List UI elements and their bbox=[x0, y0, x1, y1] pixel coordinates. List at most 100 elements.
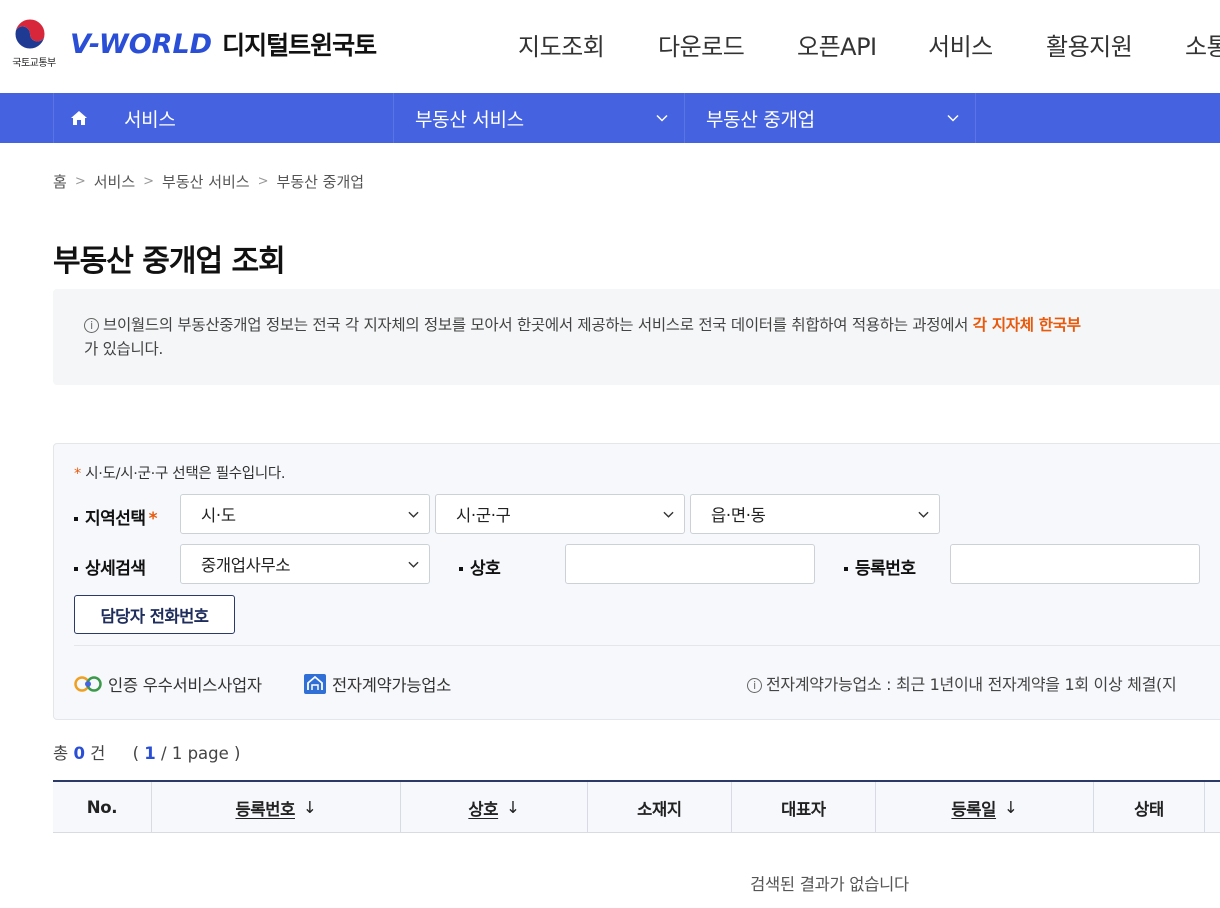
sort-arrow-icon: ↓ bbox=[303, 798, 317, 817]
breadcrumb-realestate[interactable]: 부동산 서비스 bbox=[162, 171, 250, 192]
menu-openapi[interactable]: 오픈API bbox=[797, 27, 877, 62]
company-name-label: 상호 bbox=[459, 554, 501, 579]
col-address: 소재지 bbox=[588, 782, 732, 833]
required-note: * 시·도/시·군·구 선택은 필수입니다. bbox=[74, 462, 286, 483]
chevron-down-icon bbox=[918, 511, 929, 518]
company-name-label-text: 상호 bbox=[470, 559, 501, 579]
sigungu-value: 시·군·구 bbox=[456, 506, 511, 525]
info-icon: i bbox=[84, 318, 99, 333]
bullet-icon bbox=[74, 517, 78, 521]
menu-service[interactable]: 서비스 bbox=[928, 27, 993, 62]
notice-text-end: 가 있습니다. bbox=[84, 340, 164, 358]
page-info: ( 1 / 1 page ) bbox=[133, 744, 241, 763]
result-table-header: No. 등록번호 ↓ 상호 ↓ 소재지 대표자 등록일 ↓ 상태 bbox=[53, 780, 1220, 833]
notice-box: i 브이월드의 부동산중개업 정보는 전국 각 지자체의 정보를 모아서 한곳에서… bbox=[53, 289, 1220, 385]
chevron-down-icon bbox=[408, 511, 419, 518]
legend-econtract-text: 전자계약가능업소 bbox=[332, 676, 452, 695]
taegeuk-emblem-icon bbox=[14, 18, 46, 50]
nav-segment-brokerage-dropdown[interactable]: 부동산 중개업 bbox=[685, 93, 976, 143]
col-address-label: 소재지 bbox=[637, 799, 682, 819]
breadcrumb-home[interactable]: 홈 bbox=[53, 171, 67, 192]
required-star: * bbox=[74, 466, 81, 482]
region-label-text: 지역선택 bbox=[85, 509, 146, 529]
col-name-sort[interactable]: 상호 ↓ bbox=[401, 782, 588, 833]
bullet-icon bbox=[844, 567, 848, 571]
detail-search-label: 상세검색 bbox=[74, 554, 146, 579]
menu-download[interactable]: 다운로드 bbox=[658, 27, 745, 62]
site-header: 국토교통부 V-WORLD 디지털트윈국토 지도조회 다운로드 오픈API 서비… bbox=[0, 0, 1220, 93]
home-icon bbox=[70, 111, 87, 125]
col-status: 상태 bbox=[1094, 782, 1205, 833]
bullet-icon bbox=[74, 567, 78, 571]
legend-certified: 인증 우수서비스사업자 bbox=[74, 672, 262, 696]
site-logo[interactable]: V-WORLD 디지털트윈국토 bbox=[70, 26, 377, 62]
total-prefix: 총 bbox=[53, 744, 69, 763]
legend-econtract: 전자계약가능업소 bbox=[304, 672, 451, 696]
registration-number-label-text: 등록번호 bbox=[855, 559, 916, 579]
nav-segment-service[interactable]: 서비스 bbox=[103, 93, 394, 143]
breadcrumb-service[interactable]: 서비스 bbox=[94, 171, 135, 192]
notice-text-main: 브이월드의 부동산중개업 정보는 전국 각 지자체의 정보를 모아서 한곳에서 … bbox=[103, 316, 973, 334]
detail-type-value: 중개업사무소 bbox=[201, 556, 291, 575]
sigungu-select[interactable]: 시·군·구 bbox=[435, 494, 685, 534]
gov-label: 국토교통부 bbox=[12, 58, 56, 69]
chevron-down-icon bbox=[947, 114, 959, 122]
divider bbox=[74, 645, 1220, 646]
breadcrumb-brokerage: 부동산 중개업 bbox=[276, 173, 365, 191]
detail-type-select[interactable]: 중개업사무소 bbox=[180, 544, 430, 584]
bullet-icon bbox=[459, 567, 463, 571]
eupmyeondong-select[interactable]: 읍·면·동 bbox=[690, 494, 940, 534]
info-icon: i bbox=[747, 678, 762, 693]
chevron-down-icon bbox=[663, 511, 674, 518]
nav-segment-label: 서비스 bbox=[124, 108, 176, 131]
menu-map[interactable]: 지도조회 bbox=[518, 27, 605, 62]
econtract-note: i 전자계약가능업소 : 최근 1년이내 전자계약을 1회 이상 체결(지 bbox=[747, 671, 1177, 695]
required-star: * bbox=[148, 509, 158, 529]
company-name-input[interactable] bbox=[565, 544, 815, 584]
brand-name: V-WORLD bbox=[70, 28, 213, 60]
total-suffix: 건 bbox=[90, 744, 106, 763]
nav-segment-label: 부동산 서비스 bbox=[415, 108, 524, 131]
sido-select[interactable]: 시·도 bbox=[180, 494, 430, 534]
certified-badge-icon bbox=[74, 676, 102, 692]
nav-segment-realestate-dropdown[interactable]: 부동산 서비스 bbox=[394, 93, 685, 143]
col-regdate-label: 등록일 bbox=[951, 799, 997, 819]
sort-arrow-icon: ↓ bbox=[506, 798, 520, 817]
gov-logo[interactable]: 국토교통부 bbox=[6, 14, 56, 70]
col-representative: 대표자 bbox=[732, 782, 876, 833]
contact-phone-button[interactable]: 담당자 전화번호 bbox=[74, 595, 235, 634]
eupmyeondong-value: 읍·면·동 bbox=[711, 506, 766, 525]
home-button[interactable] bbox=[53, 93, 103, 143]
search-form: * 시·도/시·군·구 선택은 필수입니다. 지역선택 * 시·도 시·군·구 읍… bbox=[53, 443, 1220, 720]
total-count: 0 bbox=[73, 744, 85, 763]
col-name-label: 상호 bbox=[468, 799, 499, 819]
econtract-note-text: 전자계약가능업소 : 최근 1년이내 전자계약을 1회 이상 체결(지 bbox=[766, 675, 1177, 694]
chevron-down-icon bbox=[656, 114, 668, 122]
col-status-label: 상태 bbox=[1134, 799, 1164, 819]
page-current: 1 bbox=[144, 744, 156, 763]
sido-value: 시·도 bbox=[201, 506, 236, 525]
registration-number-input[interactable] bbox=[950, 544, 1200, 584]
col-regno-sort[interactable]: 등록번호 ↓ bbox=[152, 782, 401, 833]
col-regno-label: 등록번호 bbox=[235, 799, 295, 819]
col-representative-label: 대표자 bbox=[781, 799, 826, 819]
chevron-right-icon: > bbox=[257, 174, 269, 189]
chevron-down-icon bbox=[408, 561, 419, 568]
detail-label-text: 상세검색 bbox=[85, 559, 146, 579]
required-note-text: 시·도/시·군·구 선택은 필수입니다. bbox=[85, 466, 286, 482]
legend-certified-text: 인증 우수서비스사업자 bbox=[108, 676, 262, 695]
empty-result-message: 검색된 결과가 없습니다 bbox=[750, 875, 909, 894]
breadcrumb: 홈 > 서비스 > 부동산 서비스 > 부동산 중개업 bbox=[53, 171, 364, 192]
menu-support[interactable]: 활용지원 bbox=[1046, 27, 1133, 62]
region-label: 지역선택 * bbox=[74, 504, 157, 529]
page-rest: / 1 page ) bbox=[161, 744, 241, 763]
chevron-right-icon: > bbox=[74, 174, 86, 189]
result-summary: 총 0 건 ( 1 / 1 page ) bbox=[53, 740, 240, 764]
chevron-right-icon: > bbox=[143, 174, 155, 189]
nav-segment-label: 부동산 중개업 bbox=[706, 108, 815, 131]
col-regdate-sort[interactable]: 등록일 ↓ bbox=[876, 782, 1094, 833]
brand-subtitle: 디지털트윈국토 bbox=[222, 31, 377, 60]
menu-community[interactable]: 소통 bbox=[1185, 27, 1220, 62]
col-no-label: No. bbox=[86, 798, 118, 817]
location-nav-bar: 서비스 부동산 서비스 부동산 중개업 bbox=[0, 93, 1220, 143]
